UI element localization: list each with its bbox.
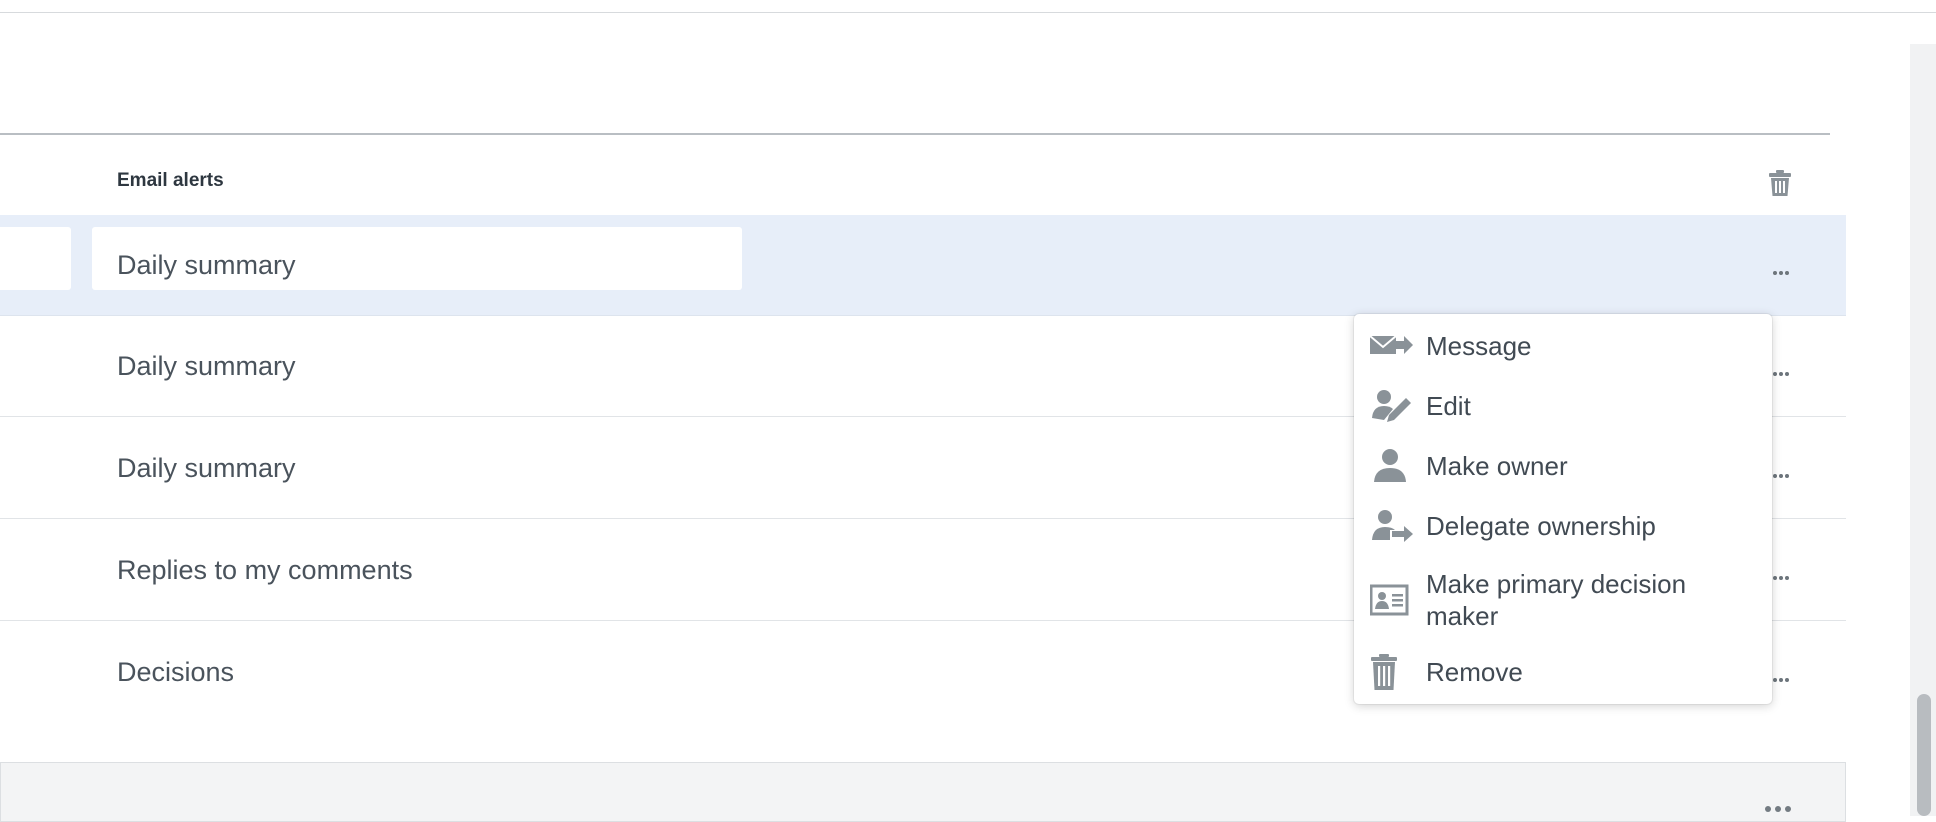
row-more-options-button[interactable]: [1770, 558, 1792, 580]
email-alert-value: Decisions: [117, 657, 235, 687]
menu-item-make-primary-decision-maker[interactable]: Make primary decision maker: [1354, 568, 1772, 634]
top-divider: [0, 12, 1936, 13]
table-row[interactable]: Daily summary: [0, 215, 1846, 316]
menu-item-label: Message: [1426, 331, 1532, 361]
trash-icon: [1370, 654, 1414, 690]
footer-more-options-button[interactable]: [1765, 799, 1801, 815]
message-send-icon: [1369, 328, 1414, 364]
menu-item-label: Edit: [1426, 391, 1471, 421]
scrollbar-thumb[interactable]: [1917, 694, 1931, 816]
row-more-options-button[interactable]: [1770, 456, 1792, 478]
menu-item-edit[interactable]: Edit: [1354, 388, 1772, 424]
column-header-email-alerts: Email alerts: [117, 170, 224, 191]
email-alert-value: Daily summary: [117, 453, 296, 483]
row-actions-menu: Message Edit Make owner Delegate ownersh…: [1354, 314, 1772, 704]
menu-item-delegate-ownership[interactable]: Delegate ownership: [1354, 508, 1772, 544]
menu-item-label: Delegate ownership: [1426, 511, 1656, 541]
row-more-options-button[interactable]: [1770, 660, 1792, 682]
menu-item-make-owner[interactable]: Make owner: [1354, 448, 1772, 484]
owner-icon: [1370, 448, 1414, 484]
table-header-divider: [0, 133, 1830, 135]
email-alert-value: Daily summary: [117, 351, 296, 381]
email-alert-value: Daily summary: [117, 250, 296, 280]
delegate-icon: [1370, 508, 1414, 544]
menu-item-label: Make primary decision maker: [1426, 569, 1687, 631]
id-card-icon: [1369, 583, 1414, 619]
trash-icon[interactable]: [1768, 169, 1792, 197]
row-more-options-button[interactable]: [1770, 253, 1792, 275]
email-alert-value: Replies to my comments: [117, 555, 413, 585]
menu-item-message[interactable]: Message: [1354, 328, 1772, 364]
edit-user-icon: [1370, 388, 1414, 424]
footer-bar: [0, 762, 1846, 822]
row-more-options-button[interactable]: [1770, 354, 1792, 376]
menu-item-label: Remove: [1426, 657, 1523, 687]
menu-item-label: Make owner: [1426, 451, 1568, 481]
previous-column-field[interactable]: [0, 227, 71, 290]
menu-item-remove[interactable]: Remove: [1354, 654, 1772, 690]
